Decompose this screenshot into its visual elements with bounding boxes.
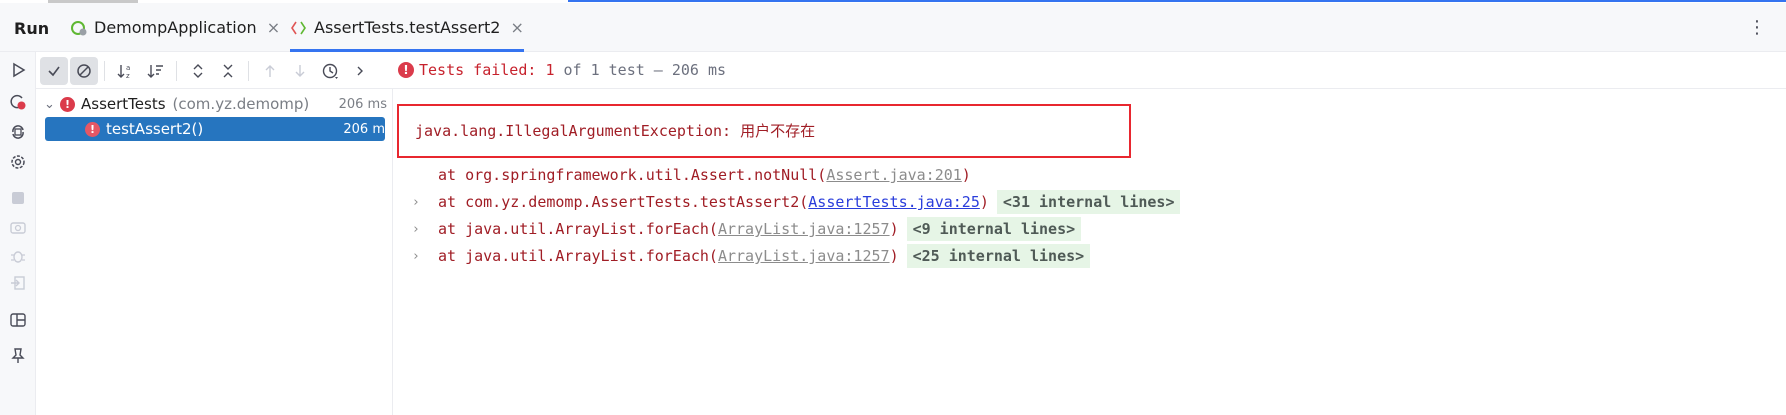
test-history-icon[interactable] (316, 57, 344, 85)
show-ignored-icon[interactable] (70, 57, 98, 85)
test-duration: 206 ms (338, 96, 387, 112)
test-diamond-icon (290, 19, 308, 37)
show-passed-icon[interactable] (40, 57, 68, 85)
exit-icon[interactable] (4, 269, 32, 297)
frame-suffix: ) (979, 193, 989, 211)
layout-icon[interactable] (4, 306, 32, 334)
frame-text: at java.util.ArrayList.forEach( (438, 220, 718, 238)
run-tab-bar: Run DemompApplication × AssertTests.test… (0, 3, 1786, 52)
internal-lines-fold[interactable]: <25 internal lines> (906, 244, 1091, 268)
tab-demomp-application[interactable]: DemompApplication × (70, 3, 280, 52)
frame-text: at java.util.ArrayList.forEach( (438, 247, 718, 265)
test-duration: 206 m (343, 121, 385, 137)
test-tree: ⌄ ! AssertTests (com.yz.demomp) 206 ms !… (36, 89, 393, 415)
source-link[interactable]: AssertTests.java:25 (808, 193, 980, 211)
tool-window-title: Run (14, 19, 50, 38)
debug-icon[interactable] (4, 242, 32, 270)
error-icon: ! (60, 96, 75, 112)
status-summary: of 1 test – 206 ms (563, 61, 727, 79)
spring-boot-icon (70, 19, 88, 37)
rerun-icon[interactable] (4, 56, 32, 84)
internal-lines-fold[interactable]: <9 internal lines> (906, 217, 1082, 241)
internal-lines-fold[interactable]: <31 internal lines> (996, 190, 1181, 214)
stack-frame: › at java.util.ArrayList.forEach(ArrayLi… (394, 244, 1091, 268)
test-class-name: AssertTests (81, 95, 166, 113)
left-toolbar (0, 52, 36, 415)
status-prefix: Tests failed: (419, 61, 537, 79)
test-status: ! Tests failed: 1 of 1 test – 206 ms (398, 61, 726, 79)
close-icon[interactable]: × (510, 18, 523, 37)
error-icon: ! (85, 121, 100, 137)
tab-assert-tests-testassert2[interactable]: AssertTests.testAssert2 × (290, 3, 524, 52)
close-icon[interactable]: × (267, 18, 280, 37)
chevron-right-icon[interactable]: › (394, 249, 438, 264)
chevron-right-icon[interactable]: › (394, 222, 438, 237)
screenshot-icon[interactable] (4, 213, 32, 241)
test-package: (com.yz.demomp) (172, 95, 310, 113)
failed-count: 1 (545, 61, 555, 79)
chevron-right-icon[interactable]: › (394, 195, 438, 210)
tree-item-assert-tests[interactable]: ⌄ ! AssertTests (com.yz.demomp) 206 ms (36, 92, 393, 116)
source-link[interactable]: ArrayList.java:1257 (718, 247, 890, 265)
next-failed-icon[interactable] (286, 57, 314, 85)
frame-suffix: ) (889, 247, 899, 265)
sort-duration-icon[interactable] (142, 57, 170, 85)
stack-frame: at org.springframework.util.Assert.notNu… (394, 163, 971, 187)
chevron-down-icon[interactable]: ⌄ (44, 97, 55, 112)
stop-icon[interactable] (4, 184, 32, 212)
console-output[interactable]: java.lang.IllegalArgumentException: 用户不存… (394, 89, 1786, 415)
test-method-name: testAssert2() (106, 120, 204, 138)
frame-text: at org.springframework.util.Assert.notNu… (438, 166, 827, 184)
more-arrow-icon[interactable] (346, 57, 374, 85)
tree-item-testassert2[interactable]: ! testAssert2() 206 m (45, 117, 385, 141)
svg-text:z: z (126, 72, 130, 80)
test-toolbar: az ! Tests failed: 1 of 1 test – 206 ms (36, 52, 1786, 89)
sort-alpha-icon[interactable]: az (112, 57, 140, 85)
toolbar-divider (176, 61, 177, 81)
svg-text:a: a (126, 64, 130, 72)
collapse-all-icon[interactable] (214, 57, 242, 85)
toolbar-divider (248, 61, 249, 81)
frame-text: at com.yz.demomp.AssertTests.testAssert2… (438, 193, 809, 211)
error-icon: ! (398, 62, 414, 78)
source-link[interactable]: Assert.java:201 (826, 166, 961, 184)
more-vertical-icon[interactable]: ⋮ (1748, 17, 1766, 38)
toggle-auto-test-icon[interactable] (4, 118, 32, 146)
tab-label: AssertTests.testAssert2 (314, 18, 501, 37)
stack-frame: › at com.yz.demomp.AssertTests.testAsser… (394, 190, 1181, 214)
frame-suffix: ) (961, 166, 971, 184)
source-link[interactable]: ArrayList.java:1257 (718, 220, 890, 238)
tab-label: DemompApplication (94, 18, 257, 37)
settings-icon[interactable] (4, 148, 32, 176)
expand-all-icon[interactable] (184, 57, 212, 85)
frame-suffix: ) (889, 220, 899, 238)
stack-frame: › at java.util.ArrayList.forEach(ArrayLi… (394, 217, 1082, 241)
pin-icon[interactable] (4, 342, 32, 370)
rerun-failed-icon[interactable] (4, 88, 32, 116)
toolbar-divider (104, 61, 105, 81)
exception-highlight-box: java.lang.IllegalArgumentException: 用户不存… (397, 104, 1131, 158)
previous-failed-icon[interactable] (256, 57, 284, 85)
exception-message: java.lang.IllegalArgumentException: 用户不存… (415, 122, 816, 140)
